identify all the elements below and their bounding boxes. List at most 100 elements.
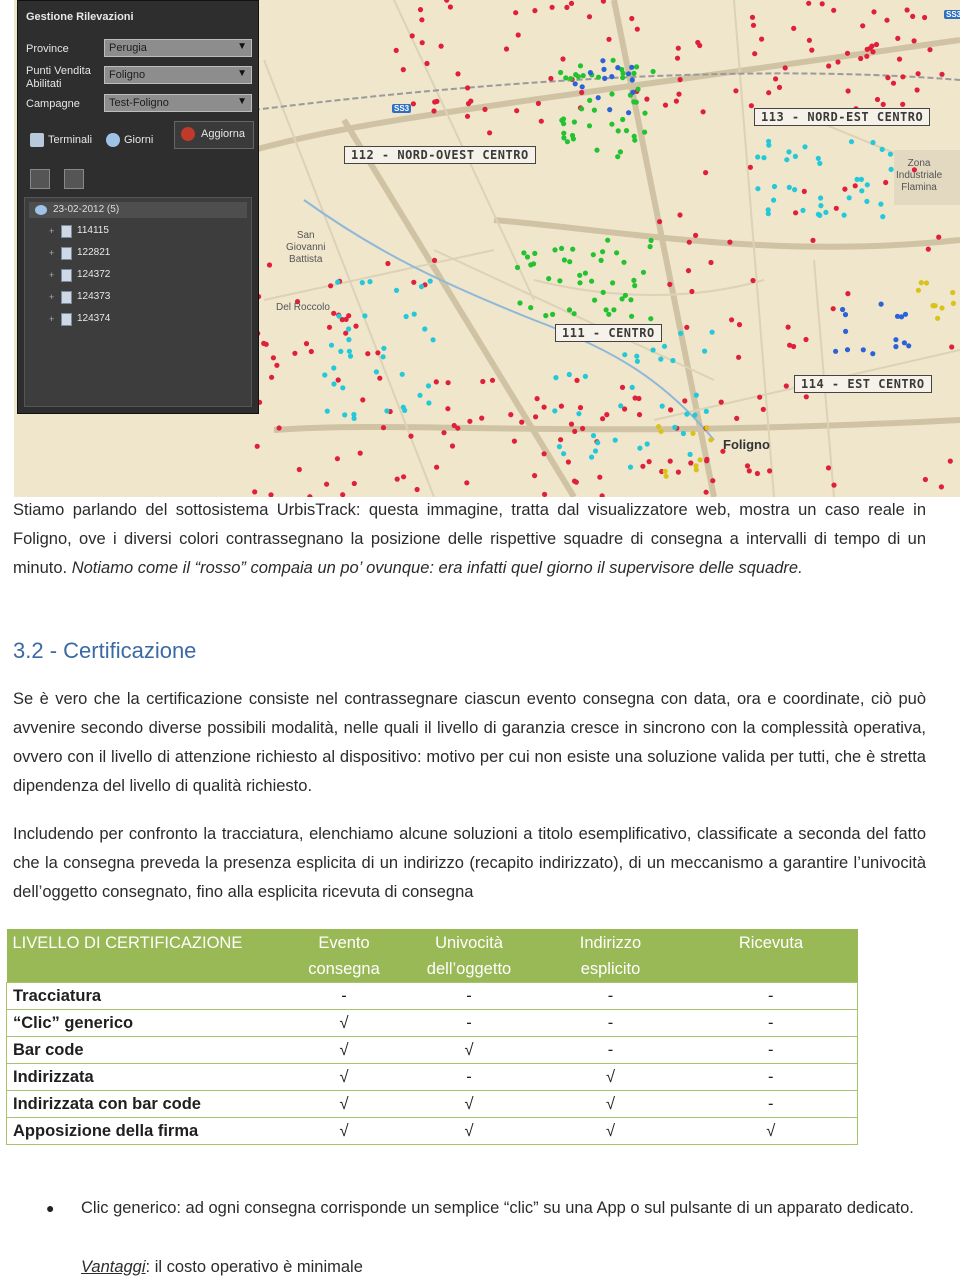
position-dot xyxy=(684,411,690,417)
position-dot xyxy=(600,416,606,422)
expand-icon: + xyxy=(49,270,55,280)
position-dot xyxy=(612,437,618,443)
position-dot xyxy=(734,415,740,421)
position-dot xyxy=(346,326,352,332)
position-dot xyxy=(594,147,600,153)
position-dot xyxy=(535,100,542,106)
position-dot xyxy=(351,480,357,487)
campagne-select[interactable]: Test-Foligno ▼ xyxy=(104,94,252,112)
position-dot xyxy=(560,56,566,62)
position-dot xyxy=(621,259,627,265)
position-dot xyxy=(623,128,630,134)
position-dot xyxy=(528,305,534,311)
position-dot xyxy=(859,188,865,194)
position-dot xyxy=(408,433,414,439)
position-dot xyxy=(556,444,563,450)
position-dot xyxy=(570,246,576,252)
punti-vendita-label: Punti Vendita Abilitati xyxy=(26,65,91,90)
position-dot xyxy=(898,314,905,320)
position-dot xyxy=(900,74,906,80)
position-dot xyxy=(602,75,608,81)
refresh-button[interactable]: Aggiorna xyxy=(174,121,254,149)
province-select[interactable]: Perugia ▼ xyxy=(104,39,252,57)
position-dot xyxy=(445,406,451,412)
position-dot xyxy=(514,108,520,114)
expand-icon: + xyxy=(49,248,55,258)
position-dot xyxy=(749,14,756,20)
position-dot xyxy=(870,49,876,55)
position-dot xyxy=(269,374,275,380)
position-dot xyxy=(662,102,669,108)
position-dot xyxy=(609,91,615,97)
tab-terminali[interactable]: Terminali xyxy=(30,133,92,155)
position-dot xyxy=(750,22,757,28)
position-dot xyxy=(532,8,538,14)
position-dot xyxy=(360,397,366,403)
position-dot xyxy=(659,403,665,409)
position-dot xyxy=(409,33,415,39)
position-dot xyxy=(760,406,766,412)
position-dot xyxy=(590,252,596,258)
position-dot xyxy=(254,443,260,449)
position-dot xyxy=(677,212,683,218)
position-dot xyxy=(843,328,849,334)
position-dot xyxy=(689,288,695,295)
position-dot xyxy=(631,277,637,283)
position-dot xyxy=(424,60,430,67)
position-dot xyxy=(451,422,457,429)
vantaggi-line: Vantaggi: il costo operativo è minimale xyxy=(81,1253,363,1282)
position-dot xyxy=(744,463,751,469)
position-dot xyxy=(334,456,340,462)
position-dot xyxy=(634,64,640,70)
terminal-id: 122821 xyxy=(77,247,111,258)
position-dot xyxy=(598,257,604,263)
chevron-down-icon: ▼ xyxy=(237,41,247,52)
province-value: Perugia xyxy=(109,42,147,54)
position-dot xyxy=(632,283,638,289)
collapse-all-button[interactable] xyxy=(64,169,84,189)
position-dot xyxy=(635,86,641,92)
position-dot xyxy=(800,207,806,213)
expand-icon: + xyxy=(49,292,55,302)
area-label-del-roccolo: Del Roccolo xyxy=(276,302,330,313)
position-dot xyxy=(411,311,417,317)
position-dot xyxy=(658,356,664,362)
table-cell: √ xyxy=(401,1036,537,1064)
position-dot xyxy=(718,399,724,405)
terminal-icon xyxy=(30,133,44,147)
position-dot xyxy=(686,239,692,245)
position-dot xyxy=(890,80,897,86)
tab-giorni[interactable]: Giorni xyxy=(106,133,153,155)
position-dot xyxy=(864,53,870,59)
position-dot xyxy=(860,347,866,353)
position-dot xyxy=(434,464,440,470)
position-dot xyxy=(703,170,709,176)
position-dot xyxy=(590,433,597,439)
position-dot xyxy=(703,489,709,495)
position-dot xyxy=(864,198,870,204)
position-dot xyxy=(567,259,573,265)
position-dot xyxy=(672,424,678,430)
position-dot xyxy=(276,425,282,431)
expand-all-button[interactable] xyxy=(30,169,50,189)
position-dot xyxy=(687,451,693,457)
position-dot xyxy=(695,39,701,46)
position-dot xyxy=(878,301,884,307)
punti-vendita-select[interactable]: Foligno ▼ xyxy=(104,66,252,84)
position-dot xyxy=(328,342,335,348)
position-dot xyxy=(611,307,617,313)
position-dot xyxy=(558,437,564,443)
position-dot xyxy=(873,41,880,48)
position-dot xyxy=(901,340,908,346)
expand-icon: + xyxy=(49,226,55,236)
position-dot xyxy=(559,245,565,251)
calendar-icon xyxy=(106,133,120,147)
position-dot xyxy=(615,128,621,134)
position-dot xyxy=(754,470,761,477)
position-dot xyxy=(346,337,352,343)
position-dot xyxy=(874,96,881,103)
position-dot xyxy=(521,250,527,256)
position-dot xyxy=(533,414,539,420)
position-dot xyxy=(561,135,567,141)
tree-date-node[interactable]: 23-02-2012 (5) xyxy=(29,202,247,218)
